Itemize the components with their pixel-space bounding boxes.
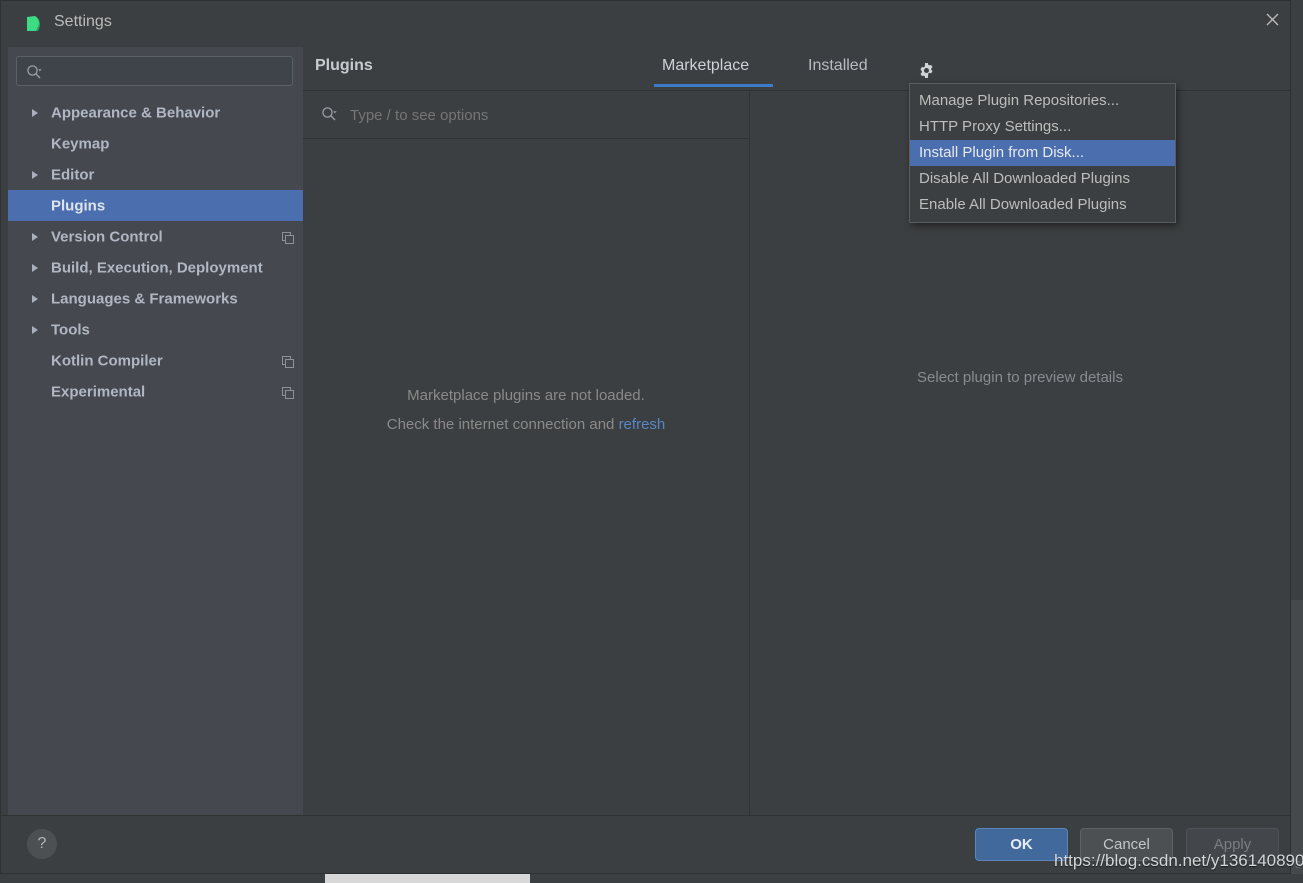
sidebar-item-label: Kotlin Compiler bbox=[51, 352, 163, 369]
sidebar-item-experimental[interactable]: Experimental bbox=[8, 376, 303, 407]
project-scope-icon bbox=[282, 355, 294, 368]
chevron-right-icon bbox=[32, 294, 38, 303]
menu-item-enable-all-downloaded-plugins[interactable]: Enable All Downloaded Plugins bbox=[910, 192, 1175, 218]
menu-item-disable-all-downloaded-plugins[interactable]: Disable All Downloaded Plugins bbox=[910, 166, 1175, 192]
empty-state-line-2-text: Check the internet connection and bbox=[386, 416, 619, 433]
chevron-right-icon bbox=[32, 232, 38, 241]
plugin-search-box[interactable] bbox=[303, 91, 749, 139]
detail-placeholder: Select plugin to preview details bbox=[917, 369, 1123, 386]
chevron-right-icon bbox=[32, 170, 38, 179]
dialog-titlebar: Settings bbox=[1, 1, 1290, 47]
sidebar-item-build-execution-deployment[interactable]: Build, Execution, Deployment bbox=[8, 252, 303, 283]
refresh-link[interactable]: refresh bbox=[619, 416, 666, 433]
sidebar-item-version-control[interactable]: Version Control bbox=[8, 221, 303, 252]
help-button[interactable]: ? bbox=[27, 829, 57, 859]
screen-root: a pdate. (56 minutes ago) UTF-8 CRLF 4 s… bbox=[0, 0, 1303, 883]
menu-item-manage-plugin-repositories[interactable]: Manage Plugin Repositories... bbox=[910, 88, 1175, 114]
sidebar-item-languages-frameworks[interactable]: Languages & Frameworks bbox=[8, 283, 303, 314]
sidebar-search-box[interactable] bbox=[16, 56, 293, 87]
background-taskbar-highlight bbox=[325, 874, 530, 883]
close-icon[interactable] bbox=[1252, 1, 1292, 37]
project-scope-icon bbox=[282, 386, 294, 399]
chevron-right-icon bbox=[32, 325, 38, 334]
ok-button[interactable]: OK bbox=[975, 828, 1068, 861]
sidebar-item-label: Version Control bbox=[51, 228, 163, 245]
plugin-search-input[interactable] bbox=[348, 101, 732, 129]
sidebar-item-label: Build, Execution, Deployment bbox=[51, 259, 263, 276]
sidebar-search-input[interactable] bbox=[49, 57, 288, 87]
page-title: Plugins bbox=[315, 57, 373, 74]
sidebar-item-label: Keymap bbox=[51, 135, 110, 152]
apply-button: Apply bbox=[1186, 828, 1279, 861]
sidebar-item-plugins[interactable]: Plugins bbox=[8, 190, 303, 221]
search-dropdown-icon bbox=[26, 64, 43, 80]
menu-item-http-proxy-settings[interactable]: HTTP Proxy Settings... bbox=[910, 114, 1175, 140]
tab-installed[interactable]: Installed bbox=[808, 57, 868, 75]
settings-tree: Appearance & Behavior Keymap Editor Plug… bbox=[8, 97, 303, 407]
sidebar-item-label: Appearance & Behavior bbox=[51, 104, 221, 121]
search-dropdown-icon bbox=[321, 106, 338, 122]
sidebar-item-kotlin-compiler[interactable]: Kotlin Compiler bbox=[8, 345, 303, 376]
sidebar-item-editor[interactable]: Editor bbox=[8, 159, 303, 190]
tab-active-indicator bbox=[654, 84, 773, 87]
sidebar-item-tools[interactable]: Tools bbox=[8, 314, 303, 345]
chevron-right-icon bbox=[32, 263, 38, 272]
empty-state-line-2: Check the internet connection and refres… bbox=[303, 410, 749, 439]
menu-item-install-plugin-from-disk[interactable]: Install Plugin from Disk... bbox=[910, 140, 1175, 166]
settings-sidebar: Appearance & Behavior Keymap Editor Plug… bbox=[8, 47, 303, 818]
sidebar-item-label: Plugins bbox=[51, 197, 106, 214]
dialog-title: Settings bbox=[54, 13, 112, 30]
plugin-list-pane: Marketplace plugins are not loaded. Chec… bbox=[303, 91, 750, 816]
dialog-footer: ? OK Cancel Apply bbox=[1, 815, 1290, 873]
gear-icon[interactable] bbox=[913, 58, 939, 82]
background-right-panel bbox=[1291, 600, 1303, 883]
cancel-button[interactable]: Cancel bbox=[1080, 828, 1173, 861]
project-scope-icon bbox=[282, 231, 294, 244]
android-studio-icon bbox=[25, 14, 43, 33]
settings-dialog: Settings Appearance & Behavior Keymap Ed… bbox=[0, 0, 1291, 874]
sidebar-item-label: Tools bbox=[51, 321, 90, 338]
chevron-right-icon bbox=[32, 108, 38, 117]
sidebar-item-keymap[interactable]: Keymap bbox=[8, 128, 303, 159]
sidebar-item-label: Languages & Frameworks bbox=[51, 290, 238, 307]
plugin-settings-menu: Manage Plugin Repositories... HTTP Proxy… bbox=[909, 83, 1176, 223]
sidebar-item-appearance-behavior[interactable]: Appearance & Behavior bbox=[8, 97, 303, 128]
sidebar-item-label: Experimental bbox=[51, 383, 146, 400]
tab-marketplace[interactable]: Marketplace bbox=[662, 57, 749, 75]
sidebar-item-label: Editor bbox=[51, 166, 95, 183]
marketplace-empty-state: Marketplace plugins are not loaded. Chec… bbox=[303, 381, 749, 439]
empty-state-line-1: Marketplace plugins are not loaded. bbox=[407, 387, 645, 404]
background-taskbar bbox=[0, 874, 1303, 883]
